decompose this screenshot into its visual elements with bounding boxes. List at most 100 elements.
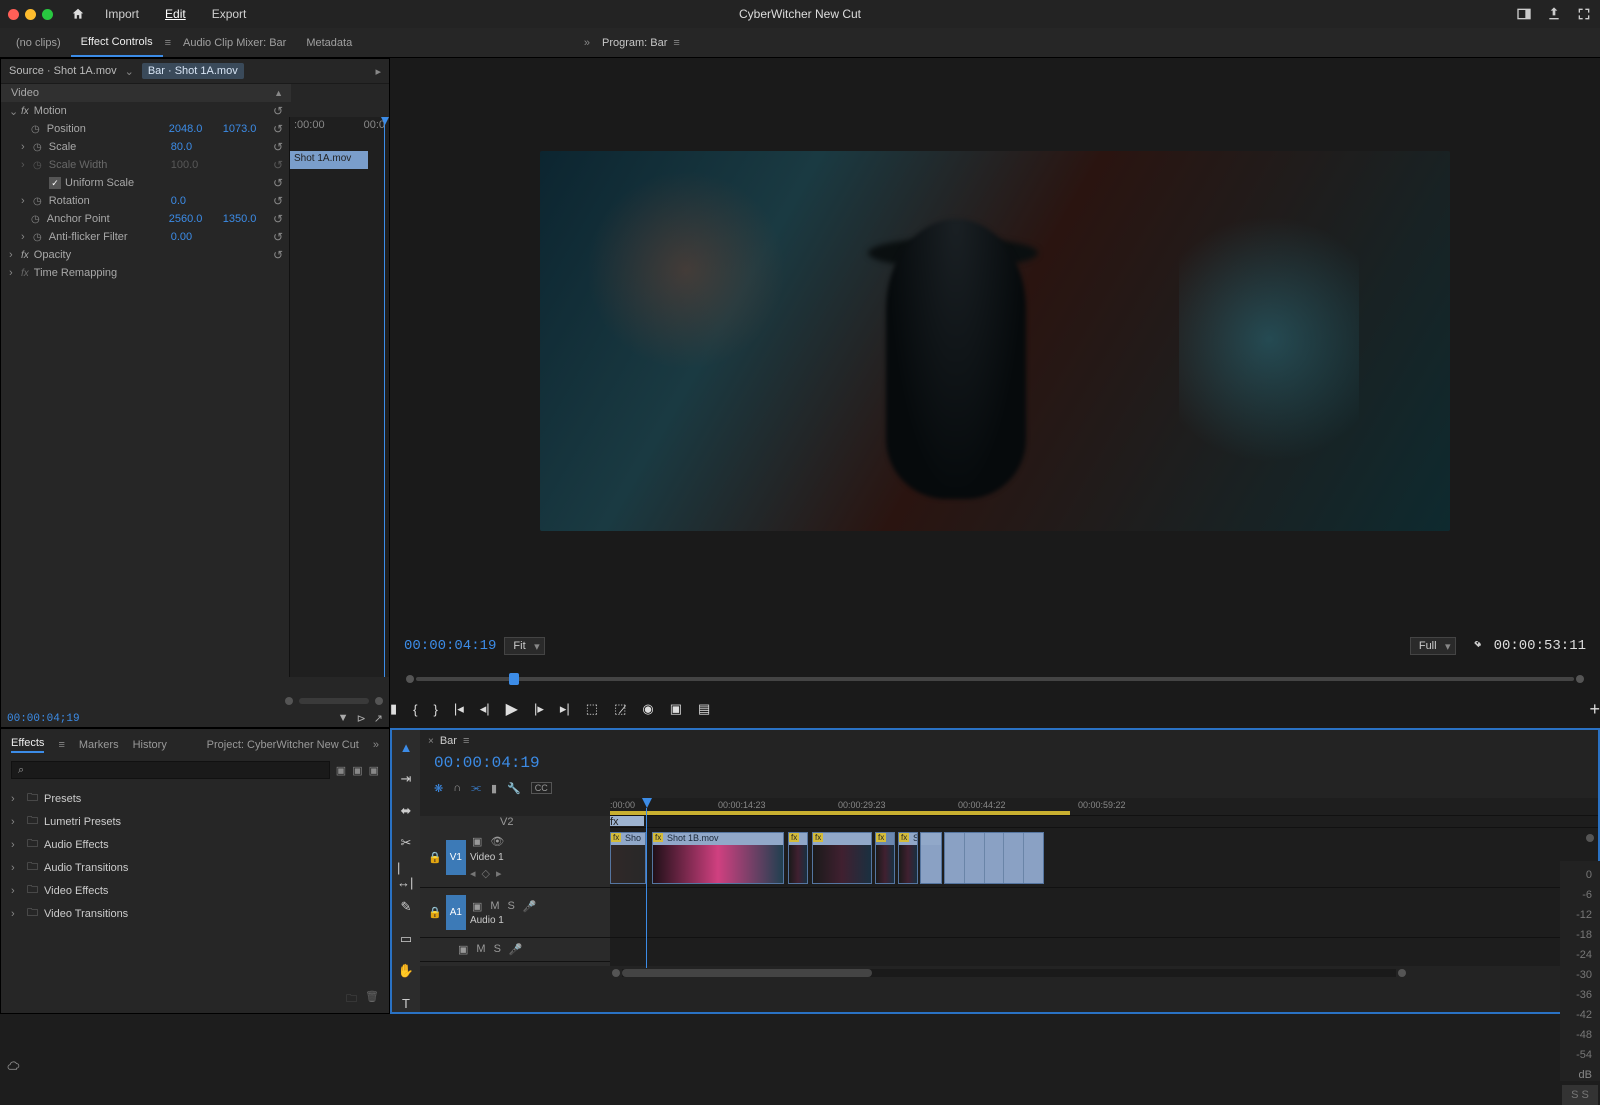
resolution-select[interactable]: Full	[1410, 637, 1456, 655]
hand-tool-icon[interactable]: ✋	[397, 962, 415, 980]
in-point-icon[interactable]: {	[413, 702, 417, 717]
stopwatch-icon[interactable]: ◷	[33, 142, 42, 153]
source-patch-icon[interactable]: ▣	[472, 900, 482, 913]
fx-badge-icon[interactable]: fx	[21, 106, 29, 117]
program-timecode[interactable]: 00:00:04:19	[404, 638, 496, 654]
stopwatch-icon[interactable]: ◷	[33, 196, 42, 207]
rotation-value[interactable]: 0.0	[167, 195, 221, 207]
creative-cloud-icon[interactable]	[6, 1060, 20, 1077]
timeline-timecode[interactable]: 00:00:04:19	[434, 754, 540, 772]
effects-folder-lumetri-presets[interactable]: ›🗀Lumetri Presets	[11, 810, 379, 833]
tab-audio-mixer[interactable]: Audio Clip Mixer: Bar	[173, 30, 296, 56]
32bit-filter-icon[interactable]: ▣	[369, 764, 379, 777]
track-target-a1[interactable]: A1	[446, 895, 466, 930]
snap-icon[interactable]: ❋	[434, 782, 443, 795]
uniform-scale-checkbox[interactable]: ✓	[49, 177, 61, 189]
reset-icon[interactable]: ↺	[273, 122, 283, 136]
camera-icon[interactable]: ◉	[642, 701, 653, 717]
track-clip-area[interactable]: fx fxSho fxShot 1B.mov fx fx fx fxShot	[610, 816, 1598, 966]
effects-folder-audio-transitions[interactable]: ›🗀Audio Transitions	[11, 856, 379, 879]
effects-folder-video-effects[interactable]: ›🗀Video Effects	[11, 879, 379, 902]
type-tool-icon[interactable]: T	[397, 994, 415, 1012]
clip-shot-1a[interactable]: fxSho	[610, 832, 646, 884]
kf-next-icon[interactable]: ▸	[496, 867, 502, 880]
lock-icon[interactable]: 🔒	[428, 851, 442, 864]
target-clip-label[interactable]: Bar · Shot 1A.mov	[142, 63, 244, 79]
menu-export[interactable]: Export	[212, 7, 247, 21]
marker-add-icon[interactable]: ▮	[491, 782, 497, 795]
program-scrubber[interactable]	[390, 668, 1600, 690]
fx-badge-filter-icon[interactable]: ▣	[336, 764, 346, 777]
antiflicker-value[interactable]: 0.00	[167, 231, 221, 243]
audio-track-1[interactable]	[610, 888, 1598, 938]
ec-video-section[interactable]: Video ▲	[1, 84, 291, 102]
selection-tool-icon[interactable]: ▲	[397, 738, 415, 756]
filter-icon[interactable]: ▼	[338, 712, 349, 725]
source-patch-icon[interactable]: ▣	[458, 943, 468, 956]
tab-menu-icon[interactable]: ≡	[58, 739, 64, 751]
overflow-icon[interactable]: »	[373, 739, 379, 751]
effects-folder-audio-effects[interactable]: ›🗀Audio Effects	[11, 833, 379, 856]
delete-icon[interactable]: 🗑	[365, 990, 379, 1009]
insert-icon[interactable]: ▣	[670, 701, 682, 717]
minimize-window-button[interactable]	[25, 9, 36, 20]
expand-icon[interactable]: ›	[21, 195, 33, 207]
track-target-v1[interactable]: V1	[446, 840, 466, 875]
sequence-menu-icon[interactable]: ≡	[463, 735, 469, 747]
play-button[interactable]: ▶	[506, 699, 518, 719]
workspace-icon[interactable]	[1516, 6, 1532, 22]
fx-badge-icon[interactable]: fx	[21, 250, 29, 261]
solo-button[interactable]: S	[508, 900, 515, 913]
reset-icon[interactable]: ↺	[273, 230, 283, 244]
timeline-ruler[interactable]: :00:0000:00:14:2300:00:29:2300:00:44:220…	[610, 798, 1598, 816]
rectangle-tool-icon[interactable]: ▭	[397, 930, 415, 948]
tab-metadata[interactable]: Metadata	[296, 30, 362, 56]
step-forward-icon[interactable]: |▸	[534, 701, 544, 717]
reset-icon[interactable]: ↺	[273, 194, 283, 208]
cc-icon[interactable]: CC	[531, 782, 552, 794]
track-select-tool-icon[interactable]: ⇥	[397, 770, 415, 788]
tab-markers[interactable]: Markers	[79, 739, 119, 751]
reset-icon[interactable]: ↺	[273, 104, 283, 118]
clip-shot-1b[interactable]: fxShot 1B.mov	[652, 832, 784, 884]
reset-icon[interactable]: ↺	[273, 158, 283, 172]
out-point-icon[interactable]: }	[434, 702, 438, 717]
tab-project[interactable]: Project: CyberWitcher New Cut	[207, 739, 359, 751]
clip-3[interactable]: fx	[788, 832, 808, 884]
zoom-scroll-thumb[interactable]	[622, 969, 872, 977]
voiceover-icon[interactable]: 🎤	[523, 900, 537, 913]
playhead-icon[interactable]	[642, 798, 652, 808]
anchor-x-value[interactable]: 2560.0	[165, 213, 219, 225]
expand-icon[interactable]: ⌄	[9, 105, 21, 118]
clip-5[interactable]: fx	[875, 832, 895, 884]
new-bin-icon[interactable]: 🗀	[346, 990, 357, 1009]
ec-timeremap-effect[interactable]: › fx Time Remapping	[1, 264, 291, 282]
anchor-y-value[interactable]: 1350.0	[219, 213, 273, 225]
expand-icon[interactable]: ›	[21, 141, 33, 153]
kf-prev-icon[interactable]: ◂	[470, 867, 476, 880]
overwrite-icon[interactable]: ▤	[698, 701, 710, 717]
ec-play-icon[interactable]: ▸	[375, 65, 381, 78]
razor-tool-icon[interactable]: ✂	[397, 834, 415, 852]
wrench-icon[interactable]	[1472, 639, 1486, 653]
accelerated-filter-icon[interactable]: ▣	[352, 764, 362, 777]
lift-icon[interactable]: ⬚	[586, 701, 598, 717]
clip-4[interactable]: fx	[812, 832, 872, 884]
expand-icon[interactable]: ›	[9, 249, 21, 261]
clip-8[interactable]	[944, 832, 1044, 884]
mute-button[interactable]: M	[490, 900, 499, 913]
stopwatch-icon[interactable]: ◷	[31, 124, 40, 135]
reset-icon[interactable]: ↺	[273, 248, 283, 262]
dropdown-icon[interactable]: ⌄	[125, 65, 134, 78]
effects-search-input[interactable]: ⌕	[11, 761, 330, 779]
tab-history[interactable]: History	[133, 739, 167, 751]
expand-icon[interactable]: ›	[21, 231, 33, 243]
voiceover-icon[interactable]: 🎤	[509, 943, 523, 956]
scrubber-thumb[interactable]	[509, 673, 519, 685]
program-viewer[interactable]	[390, 58, 1600, 624]
ec-mini-clip[interactable]: Shot 1A.mov	[290, 151, 368, 169]
tab-effects[interactable]: Effects	[11, 737, 44, 753]
stopwatch-icon[interactable]: ◷	[33, 232, 42, 243]
fullscreen-icon[interactable]	[1576, 6, 1592, 22]
scale-value[interactable]: 80.0	[167, 141, 221, 153]
